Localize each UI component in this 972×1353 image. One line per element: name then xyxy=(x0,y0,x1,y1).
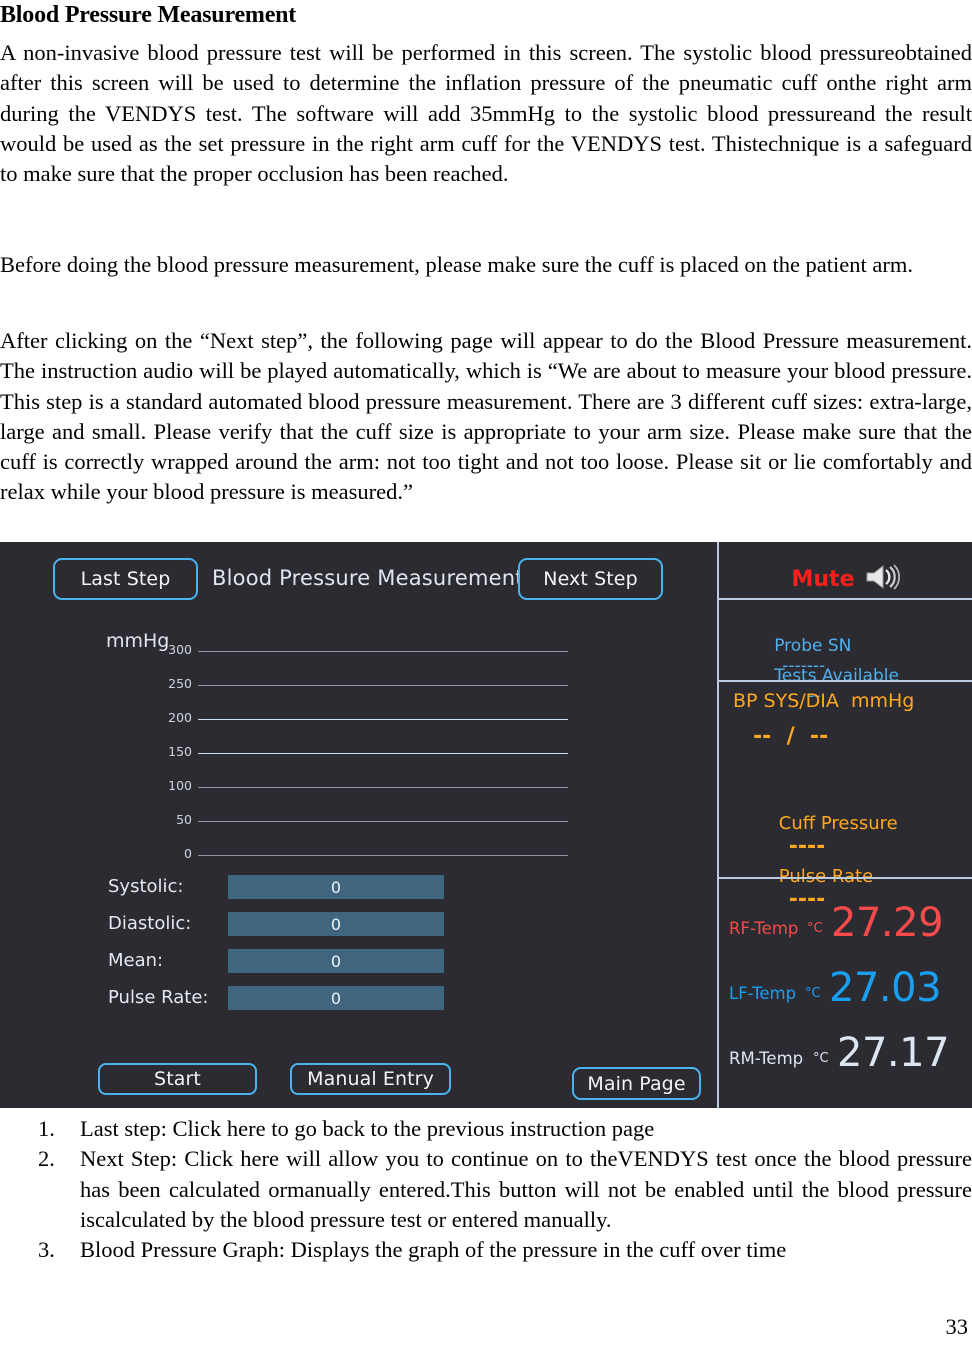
rf-temp-label: RF-Temp xyxy=(729,919,799,938)
list-item: 2. Next Step: Click here will allow you … xyxy=(0,1144,972,1235)
mean-row: Mean: 0 xyxy=(0,949,600,973)
main-page-button[interactable]: Main Page xyxy=(572,1067,701,1100)
paragraph-1: A non-invasive blood pressure test will … xyxy=(0,40,972,187)
gridline-150: 150 xyxy=(0,744,600,759)
start-button[interactable]: Start xyxy=(98,1063,257,1095)
rm-temp-unit: °C xyxy=(813,1051,829,1066)
gridline-200: 200 xyxy=(0,710,600,725)
gridline xyxy=(198,719,568,720)
panel-divider-1 xyxy=(719,598,972,600)
ytick-50: 50 xyxy=(176,812,192,827)
instruction-list: 1. Last step: Click here to go back to t… xyxy=(0,1114,972,1265)
ytick-300: 300 xyxy=(168,642,192,657)
panel-divider-2 xyxy=(719,680,972,682)
rm-temp-row: RM-Temp °C 27.17 xyxy=(719,1022,972,1076)
rm-temp-label: RM-Temp xyxy=(729,1049,804,1068)
manual-entry-button[interactable]: Manual Entry xyxy=(290,1063,451,1095)
app-left-pane: Last Step Blood Pressure Measurement Nex… xyxy=(0,542,717,1108)
list-item-text: Blood Pressure Graph: Displays the graph… xyxy=(80,1237,787,1263)
app-right-pane: Mute Probe SN ------- Tests Available --… xyxy=(717,542,972,1108)
speaker-icon[interactable] xyxy=(864,564,900,594)
list-item-text: Last step: Click here to go back to the … xyxy=(80,1116,655,1141)
tests-available-row: Tests Available -- xyxy=(731,646,899,726)
gridline xyxy=(198,651,568,652)
list-item: 1. Last step: Click here to go back to t… xyxy=(0,1114,972,1144)
rf-temp-unit: °C xyxy=(807,921,823,936)
ytick-250: 250 xyxy=(168,676,192,691)
lf-temp-unit: °C xyxy=(805,986,821,1001)
gridline xyxy=(198,855,568,856)
list-item-number: 3. xyxy=(38,1237,55,1263)
ytick-0: 0 xyxy=(184,846,192,861)
list-item: 3. Blood Pressure Graph: Displays the gr… xyxy=(0,1235,972,1265)
last-step-button[interactable]: Last Step xyxy=(53,558,198,600)
list-item-number: 1. xyxy=(38,1116,55,1141)
gridline-250: 250 xyxy=(0,676,600,691)
systolic-label: Systolic: xyxy=(108,876,184,897)
gridline-300: 300 xyxy=(0,642,600,657)
gridline-0: 0 xyxy=(0,846,600,861)
cuff-pressure-label: Cuff Pressure xyxy=(778,813,898,834)
page-title: Blood Pressure Measurement xyxy=(0,2,297,28)
mute-label: Mute xyxy=(791,566,855,592)
paragraph-3: After clicking on the “Next step”, the f… xyxy=(0,328,972,505)
gridline xyxy=(198,787,568,788)
gridline xyxy=(198,685,568,686)
next-step-button-label: Next Step xyxy=(543,568,638,590)
diastolic-field[interactable]: 0 xyxy=(228,912,444,936)
last-step-button-label: Last Step xyxy=(80,568,171,590)
lf-temp-value: 27.03 xyxy=(829,965,942,1011)
bp-sys-dia-header: BP SYS/DIA mmHg xyxy=(733,690,915,712)
lf-temp-row: LF-Temp °C 27.03 xyxy=(719,957,972,1011)
ytick-200: 200 xyxy=(168,710,192,725)
list-item-text: Next Step: Click here will allow you to … xyxy=(80,1146,972,1232)
list-item-number: 2. xyxy=(38,1146,55,1172)
mute-control[interactable]: Mute xyxy=(719,564,972,594)
page-number: 33 xyxy=(945,1314,969,1339)
rf-temp-value: 27.29 xyxy=(831,900,944,946)
blood-pressure-graph: 300 250 200 150 100 50 0 xyxy=(0,642,600,867)
diastolic-row: Diastolic: 0 xyxy=(0,912,600,936)
gridline xyxy=(198,753,568,754)
bp-sys-dia-value: -- / -- xyxy=(753,724,829,749)
start-button-label: Start xyxy=(154,1068,201,1090)
gridline-50: 50 xyxy=(0,812,600,827)
embedded-app-screenshot: Last Step Blood Pressure Measurement Nex… xyxy=(0,542,972,1108)
panel-divider-3 xyxy=(719,877,972,879)
mean-label: Mean: xyxy=(108,950,164,971)
tests-available-label: Tests Available xyxy=(774,666,899,686)
mean-field[interactable]: 0 xyxy=(228,949,444,973)
rm-temp-value: 27.17 xyxy=(837,1030,950,1076)
systolic-row: Systolic: 0 xyxy=(0,875,600,899)
pulse-rate-label: Pulse Rate: xyxy=(108,987,209,1008)
next-step-button[interactable]: Next Step xyxy=(518,558,663,600)
manual-entry-button-label: Manual Entry xyxy=(307,1068,434,1090)
app-screen-title: Blood Pressure Measurement xyxy=(212,566,524,590)
systolic-field[interactable]: 0 xyxy=(228,875,444,899)
lf-temp-label: LF-Temp xyxy=(729,984,797,1003)
rf-temp-row: RF-Temp °C 27.29 xyxy=(719,892,972,946)
ytick-100: 100 xyxy=(168,778,192,793)
main-page-button-label: Main Page xyxy=(587,1072,686,1095)
pulse-rate-field[interactable]: 0 xyxy=(228,986,444,1010)
pulse-rate-row: Pulse Rate: 0 xyxy=(0,986,600,1010)
gridline xyxy=(198,821,568,822)
paragraph-2: Before doing the blood pressure measurem… xyxy=(0,252,914,277)
ytick-150: 150 xyxy=(168,744,192,759)
page-root: Blood Pressure Measurement A non-invasiv… xyxy=(0,0,972,1353)
gridline-100: 100 xyxy=(0,778,600,793)
diastolic-label: Diastolic: xyxy=(108,913,192,934)
